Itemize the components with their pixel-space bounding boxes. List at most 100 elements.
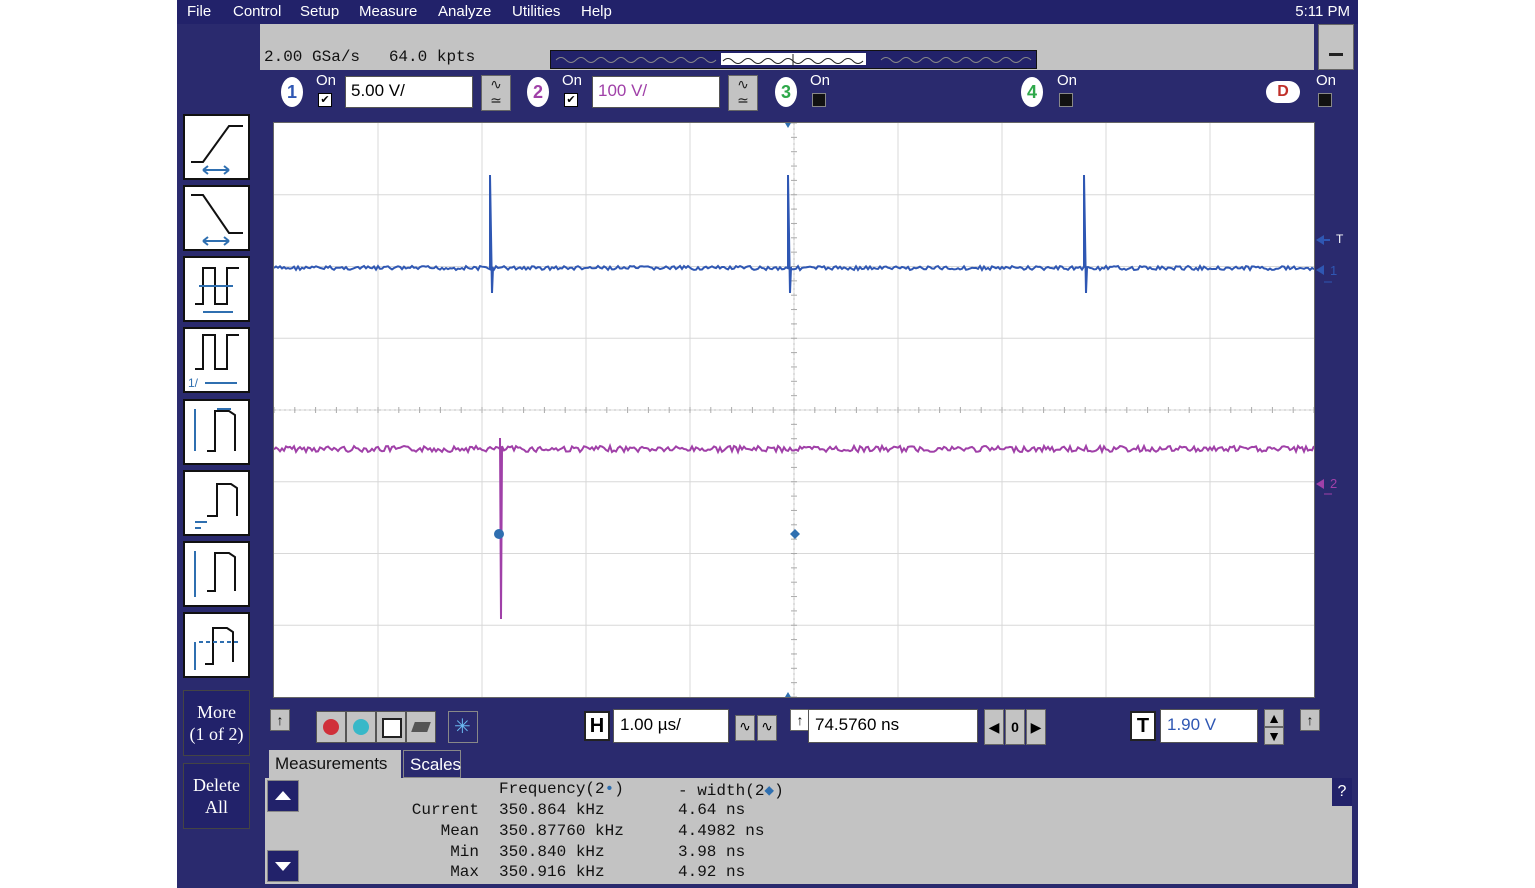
- single-icon: [382, 718, 402, 738]
- channel-2-button[interactable]: 2: [527, 77, 549, 107]
- single-button[interactable]: [376, 711, 406, 743]
- vbase-measure-button[interactable]: [183, 470, 250, 536]
- delay-left-button[interactable]: ◀: [984, 709, 1004, 745]
- channel-1-coupling-button[interactable]: ∿ ≃: [481, 75, 511, 111]
- scroll-up-button[interactable]: [267, 780, 299, 812]
- measurement-panel: Frequency(2•) - width(2◆) Current 350.86…: [265, 778, 1352, 884]
- run-button[interactable]: [346, 711, 376, 743]
- row-label-current: Current: [411, 801, 479, 819]
- period-measure-button[interactable]: [183, 256, 250, 322]
- top-voltage-icon: [194, 627, 241, 670]
- col-width-header-text: - width(2: [678, 782, 765, 800]
- row-max-frequency: 350.916 kHz: [499, 863, 605, 881]
- delay-reference-field[interactable]: 0: [1005, 709, 1025, 745]
- menu-control[interactable]: Control: [233, 3, 281, 20]
- row-min-width: 3.98 ns: [678, 843, 746, 861]
- row-label-min: Min: [450, 843, 479, 861]
- vtop-measure-button[interactable]: [183, 612, 250, 678]
- row-min-frequency: 350.840 kHz: [499, 843, 605, 861]
- menu-setup[interactable]: Setup: [300, 3, 339, 20]
- trigger-level-up-button[interactable]: ▲: [1264, 709, 1284, 727]
- autoscale-button[interactable]: [406, 711, 436, 743]
- channel-2-checkbox[interactable]: ✔: [564, 93, 578, 107]
- trigger-level-marker: T: [1336, 232, 1344, 246]
- more-button[interactable]: More (1 of 2): [183, 690, 250, 756]
- tab-measurements[interactable]: Measurements: [269, 750, 401, 778]
- default-setup-icon: ✳: [454, 716, 471, 738]
- channel-1-checkbox[interactable]: ✔: [318, 93, 332, 107]
- menu-file[interactable]: File: [187, 3, 211, 20]
- timebase-coarse-button[interactable]: ∿: [757, 715, 777, 741]
- rise-time-icon: [191, 125, 243, 175]
- channel-4-checkbox[interactable]: [1059, 93, 1073, 107]
- timebase-fine-button[interactable]: ∿: [735, 715, 755, 741]
- expand-up-button[interactable]: ↑: [270, 709, 290, 731]
- row-label-max: Max: [450, 863, 479, 881]
- channel-3-button[interactable]: 3: [775, 77, 797, 107]
- delay-field[interactable]: 74.5760 ns: [808, 709, 978, 743]
- period-icon: [195, 267, 239, 313]
- vamplitude-measure-button[interactable]: [183, 541, 250, 607]
- channel-2-ground-marker: 2: [1330, 476, 1338, 491]
- arrow-down-icon: [275, 862, 291, 871]
- fall-time-measure-button[interactable]: [183, 185, 250, 251]
- peak-to-peak-icon: [194, 408, 236, 452]
- rise-time-measure-button[interactable]: [183, 114, 250, 180]
- col-frequency-header-text: Frequency(2: [499, 780, 605, 798]
- stop-icon: [323, 719, 339, 735]
- horizontal-button[interactable]: H: [584, 711, 610, 741]
- measurement-marker-2: [790, 529, 800, 539]
- delay-right-button[interactable]: ▶: [1026, 709, 1046, 745]
- view-waveform-icon: [722, 54, 864, 66]
- menu-analyze[interactable]: Analyze: [438, 3, 491, 20]
- acquisition-status-bar: 2.00 GSa/s 64.0 kpts: [260, 24, 1314, 70]
- menu-help[interactable]: Help: [581, 3, 612, 20]
- memory-bar[interactable]: [550, 50, 1037, 69]
- digital-checkbox[interactable]: [1318, 93, 1332, 107]
- memory-depth: 64.0 kpts: [388, 48, 476, 66]
- marker-strip: [1316, 235, 1332, 495]
- trigger-level-down-button[interactable]: ▼: [1264, 727, 1284, 745]
- delete-all-button[interactable]: Delete All: [183, 763, 250, 829]
- row-mean-width: 4.4982 ns: [678, 822, 765, 840]
- row-label-mean: Mean: [440, 822, 479, 840]
- menu-measure[interactable]: Measure: [359, 3, 417, 20]
- channel-3-checkbox[interactable]: [812, 93, 826, 107]
- svg-text:1/: 1/: [188, 376, 199, 390]
- channel-2-coupling-button[interactable]: ∿ ≃: [728, 75, 758, 111]
- vpp-measure-button[interactable]: [183, 399, 250, 465]
- sample-rate: 2.00 GSa/s: [264, 48, 361, 66]
- tab-scales[interactable]: Scales: [403, 750, 461, 778]
- scroll-down-button[interactable]: [267, 850, 299, 882]
- minimize-button[interactable]: [1318, 24, 1354, 70]
- autoscale-icon: [411, 722, 431, 732]
- measurement-tabs: Measurements Scales: [269, 748, 1354, 778]
- channel-4-button[interactable]: 4: [1021, 77, 1043, 107]
- trigger-expand-button[interactable]: ↑: [1300, 709, 1320, 731]
- trigger-level-field[interactable]: 1.90 V: [1160, 709, 1258, 743]
- menu-bar: File Control Setup Measure Analyze Utili…: [177, 0, 1358, 24]
- trigger-button[interactable]: T: [1130, 711, 1156, 741]
- channel-1-scale-field[interactable]: 5.00 V/: [345, 76, 473, 108]
- timebase-scale-field[interactable]: 1.00 µs/: [613, 709, 729, 743]
- channel-1-on-label: On: [316, 72, 337, 89]
- menu-utilities[interactable]: Utilities: [512, 3, 560, 20]
- digital-on-label: On: [1316, 72, 1337, 89]
- channel-dot-icon: •: [604, 780, 615, 798]
- frequency-measure-button[interactable]: 1/: [183, 327, 250, 393]
- row-mean-frequency: 350.87760 kHz: [499, 822, 624, 840]
- channel-1-button[interactable]: 1: [281, 77, 303, 107]
- help-button[interactable]: ?: [1332, 778, 1352, 806]
- waveform-display[interactable]: [273, 122, 1315, 698]
- stop-button[interactable]: [316, 711, 346, 743]
- amplitude-icon: [194, 551, 236, 597]
- channel-2-scale-field[interactable]: 100 V/: [592, 76, 720, 108]
- clock: 5:11 PM: [1295, 3, 1350, 20]
- delete-label: Delete: [193, 775, 240, 795]
- channel-diamond-icon: ◆: [764, 782, 775, 800]
- digital-channels-button[interactable]: D: [1266, 81, 1300, 103]
- right-markers: T 1 2: [1314, 122, 1354, 696]
- delay-reference-button[interactable]: ↑: [790, 709, 810, 731]
- default-setup-button[interactable]: ✳: [448, 711, 478, 743]
- channel-bar: 1 On ✔ 5.00 V/ ∿ ≃ 2 On ✔ 100 V/ ∿ ≃ 3 On …: [271, 71, 1352, 115]
